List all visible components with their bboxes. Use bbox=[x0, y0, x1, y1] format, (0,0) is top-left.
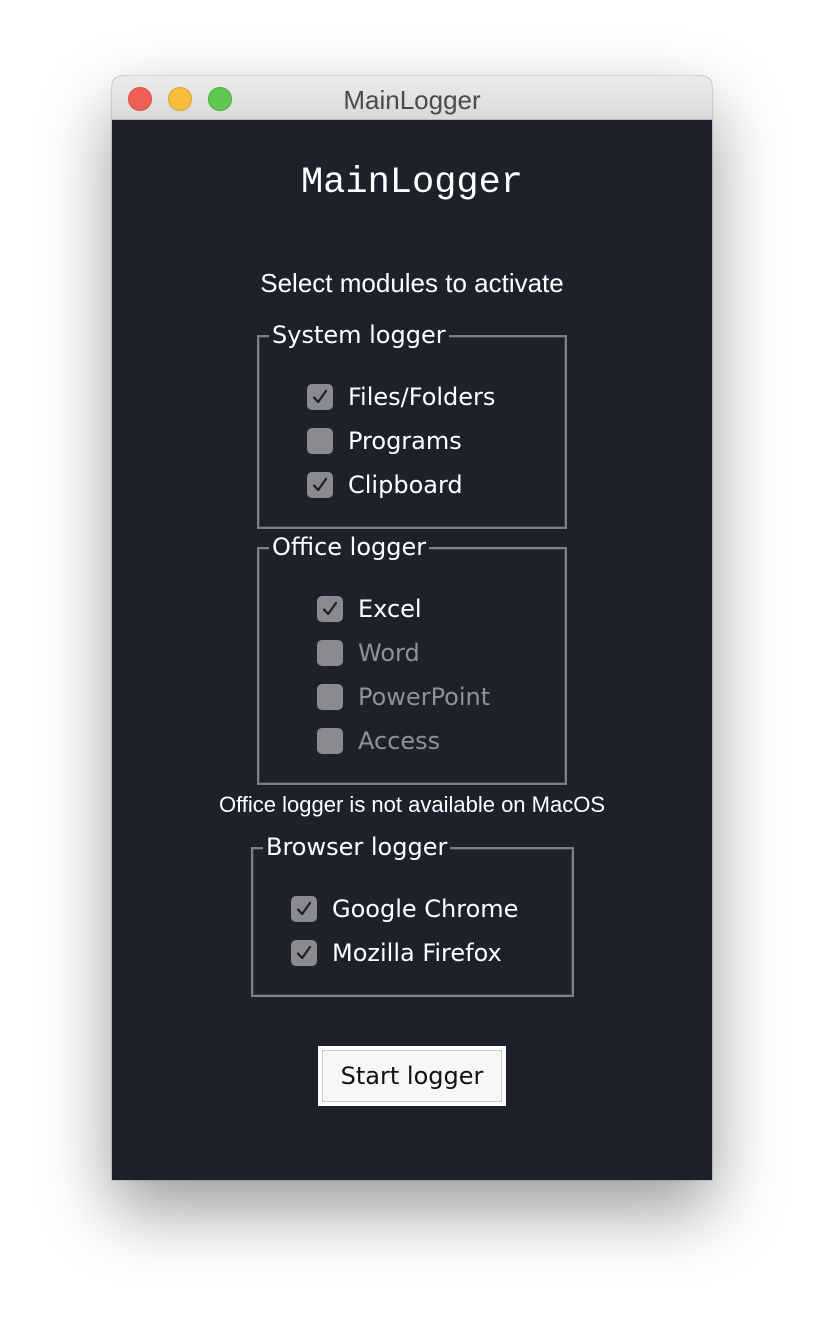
app-title: MainLogger bbox=[300, 162, 524, 204]
checkmark-icon bbox=[322, 601, 338, 616]
checkbox-label: Word bbox=[358, 639, 420, 667]
browser-logger-legend: Browser logger bbox=[263, 833, 451, 861]
checkbox-powerpoint: PowerPoint bbox=[317, 682, 490, 712]
start-logger-button[interactable]: Start logger bbox=[318, 1046, 506, 1106]
checkbox-box bbox=[317, 684, 343, 710]
checkbox-label: Access bbox=[358, 727, 441, 755]
checkbox-label: Files/Folders bbox=[348, 383, 496, 411]
main-content: MainLogger Select modules to activate Sy… bbox=[112, 120, 712, 1180]
checkbox-access: Access bbox=[317, 726, 440, 756]
checkmark-icon bbox=[296, 945, 312, 960]
checkbox-label: Programs bbox=[348, 427, 462, 455]
checkbox-label: PowerPoint bbox=[358, 683, 491, 711]
checkbox-label: Google Chrome bbox=[332, 895, 519, 923]
checkbox-label: Clipboard bbox=[348, 471, 463, 499]
modules-instruction: Select modules to activate bbox=[260, 268, 564, 298]
checkbox-box[interactable] bbox=[307, 384, 333, 410]
app-window: MainLogger MainLogger Select modules to … bbox=[112, 76, 712, 1180]
window-title: MainLogger bbox=[343, 85, 481, 115]
office-logger-group: Office logger Excel Word PowerPoint Acce… bbox=[257, 533, 567, 785]
checkbox-label: Excel bbox=[358, 595, 422, 623]
checkmark-icon bbox=[296, 901, 312, 916]
checkbox-programs[interactable]: Programs bbox=[307, 426, 462, 456]
system-logger-legend: System logger bbox=[269, 321, 449, 349]
checkbox-google-chrome[interactable]: Google Chrome bbox=[291, 894, 518, 924]
checkmark-icon bbox=[312, 477, 328, 492]
start-logger-label: Start logger bbox=[322, 1050, 502, 1102]
checkbox-word: Word bbox=[317, 638, 420, 668]
checkbox-mozilla-firefox[interactable]: Mozilla Firefox bbox=[291, 938, 502, 968]
checkbox-files-folders[interactable]: Files/Folders bbox=[307, 382, 495, 412]
system-logger-group: System logger Files/Folders Programs Cli… bbox=[257, 321, 567, 529]
checkbox-excel[interactable]: Excel bbox=[317, 594, 422, 624]
checkbox-box[interactable] bbox=[317, 596, 343, 622]
title-bar[interactable]: MainLogger bbox=[112, 76, 712, 120]
office-logger-legend: Office logger bbox=[269, 533, 430, 561]
checkbox-box bbox=[317, 728, 343, 754]
checkbox-clipboard[interactable]: Clipboard bbox=[307, 470, 463, 500]
checkbox-box[interactable] bbox=[307, 472, 333, 498]
checkbox-box[interactable] bbox=[307, 428, 333, 454]
checkbox-box[interactable] bbox=[291, 940, 317, 966]
checkbox-box[interactable] bbox=[291, 896, 317, 922]
office-unavailable-note: Office logger is not available on MacOS bbox=[218, 792, 606, 817]
checkbox-label: Mozilla Firefox bbox=[332, 939, 502, 967]
checkmark-icon bbox=[312, 389, 328, 404]
checkbox-box bbox=[317, 640, 343, 666]
browser-logger-group: Browser logger Google Chrome Mozilla Fir… bbox=[251, 833, 574, 997]
